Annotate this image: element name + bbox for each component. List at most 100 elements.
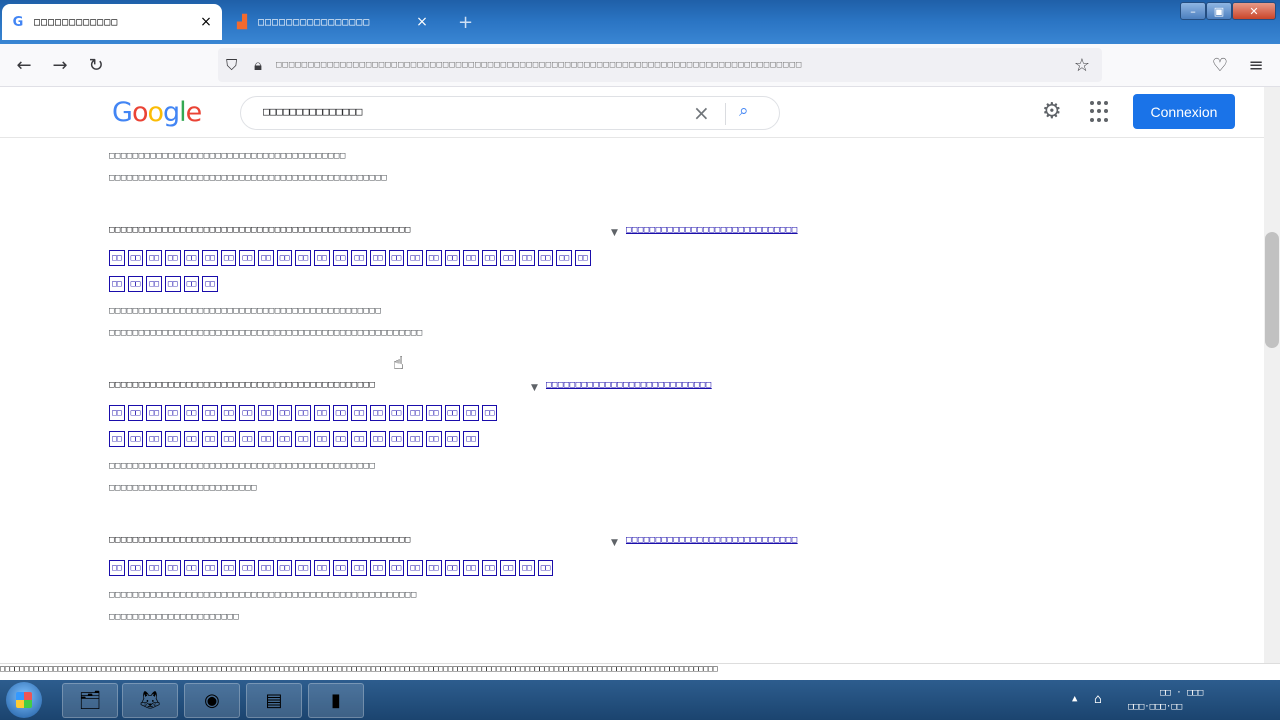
title-glyph-box[interactable]: □□ [164, 560, 181, 576]
title-glyph-box[interactable]: □□ [127, 250, 144, 266]
result-title[interactable]: □□ □□ □□ □□ □□ □□ □□ □□ □□ □□ □□ □□ □□ □□ □□ □□ □□ □□ □□ □□… [109, 560, 554, 576]
title-glyph-box[interactable]: □□ [407, 405, 423, 421]
title-glyph-box[interactable]: □□ [351, 560, 367, 576]
title-glyph-box[interactable]: □□ [109, 276, 125, 292]
title-glyph-box[interactable]: □□ [351, 431, 367, 447]
title-glyph-box[interactable]: □□ [388, 431, 405, 447]
title-glyph-box[interactable]: □□ [369, 405, 386, 421]
title-glyph-box[interactable]: □□ [276, 405, 293, 421]
title-glyph-box[interactable]: □□ [332, 560, 349, 576]
title-glyph-box[interactable]: □□ [183, 560, 200, 576]
bookmark-star-icon[interactable]: ☆ [1068, 52, 1096, 78]
result-url[interactable]: □□□□□□□□□□□□□□□□□□□□□□□□□□□□□□□□□□□□□□□□… [109, 225, 411, 235]
title-glyph-box[interactable]: □□ [388, 405, 405, 421]
result-url[interactable]: □□□□□□□□□□□□□□□□□□□□□□□□□□□□□□□□□□□□□□□□… [109, 535, 411, 545]
title-glyph-box[interactable]: □□ [425, 431, 442, 447]
scrollbar-thumb[interactable] [1265, 232, 1279, 348]
title-glyph-box[interactable]: □□ [500, 560, 517, 576]
title-glyph-box[interactable]: □□ [220, 560, 237, 576]
title-glyph-box[interactable]: □□ [220, 250, 237, 266]
title-glyph-box[interactable]: □□ [444, 431, 461, 447]
start-button[interactable] [6, 682, 42, 718]
title-glyph-box[interactable]: □□ [127, 431, 144, 447]
title-glyph-box[interactable]: □□ [220, 405, 237, 421]
scrollbar-track[interactable] [1264, 87, 1280, 663]
title-glyph-box[interactable]: □□ [295, 560, 312, 576]
document-icon[interactable]: ▤ [246, 683, 302, 718]
title-glyph-box[interactable]: □□ [109, 560, 125, 576]
title-glyph-box[interactable]: □□ [444, 560, 461, 576]
title-glyph-box[interactable]: □□ [575, 250, 591, 266]
chrome-icon[interactable]: ◉ [184, 683, 240, 718]
show-hidden-icons[interactable]: ▲ [1072, 694, 1077, 704]
clock-date[interactable]: □□□·□□□·□□ [1128, 702, 1182, 712]
result-translate-link[interactable]: □□□□□□□□□□□□□□□□□□□□□□□□□□□□ [546, 380, 712, 390]
folder-icon[interactable]: ▮ [308, 683, 364, 718]
title-glyph-box[interactable]: □□ [407, 431, 423, 447]
chevron-down-icon[interactable]: ▼ [531, 383, 538, 393]
title-glyph-box[interactable]: □□ [314, 431, 330, 447]
title-glyph-box[interactable]: □□ [500, 250, 517, 266]
title-glyph-box[interactable]: □□ [425, 250, 442, 266]
title-glyph-box[interactable]: □□ [369, 431, 386, 447]
title-glyph-box[interactable]: □□ [258, 405, 274, 421]
url-text[interactable]: □□□□□□□□□□□□□□□□□□□□□□□□□□□□□□□□□□□□□□□□… [276, 60, 1094, 70]
settings-gear-icon[interactable]: ⚙ [1042, 99, 1062, 124]
title-glyph-box[interactable]: □□ [351, 405, 367, 421]
title-glyph-box[interactable]: □□ [537, 560, 554, 576]
title-glyph-box[interactable]: □□ [276, 431, 293, 447]
title-glyph-box[interactable]: □□ [183, 250, 200, 266]
maximize-button[interactable]: ▣ [1206, 2, 1232, 20]
forward-button[interactable]: → [46, 52, 74, 78]
title-glyph-box[interactable]: □□ [556, 250, 573, 266]
title-glyph-box[interactable]: □□ [463, 405, 479, 421]
title-glyph-box[interactable]: □□ [332, 431, 349, 447]
title-glyph-box[interactable]: □□ [407, 250, 423, 266]
title-glyph-box[interactable]: □□ [481, 250, 498, 266]
title-glyph-box[interactable]: □□ [127, 405, 144, 421]
title-glyph-box[interactable]: □□ [314, 250, 330, 266]
shield-icon[interactable]: ⛉ [226, 56, 237, 74]
title-glyph-box[interactable]: □□ [127, 560, 144, 576]
title-glyph-box[interactable]: □□ [463, 560, 479, 576]
address-bar[interactable]: ⛉ 🔒︎ □□□□□□□□□□□□□□□□□□□□□□□□□□□□□□□□□□□… [218, 48, 1102, 82]
title-glyph-box[interactable]: □□ [202, 276, 218, 292]
title-glyph-box[interactable]: □□ [369, 560, 386, 576]
result-translate-link[interactable]: □□□□□□□□□□□□□□□□□□□□□□□□□□□□□ [626, 535, 798, 545]
title-glyph-box[interactable]: □□ [258, 431, 274, 447]
title-glyph-box[interactable]: □□ [164, 276, 181, 292]
title-glyph-box[interactable]: □□ [183, 276, 200, 292]
result-title[interactable]: □□ □□ □□ □□ □□ □□ □□ □□ □□ □□ □□ □□ □□ □□ □□ □□ □□ □□ □□ □□… [109, 405, 498, 421]
title-glyph-box[interactable]: □□ [183, 405, 200, 421]
result-url[interactable]: □□□□□□□□□□□□□□□□□□□□□□□□□□□□□□□□□□□□□□□□… [109, 380, 375, 390]
title-glyph-box[interactable]: □□ [239, 250, 256, 266]
title-glyph-box[interactable]: □□ [109, 250, 125, 266]
title-glyph-box[interactable]: □□ [388, 560, 405, 576]
tab-inactive[interactable]: ▟ □□□□□□□□□□□□□□□□ × [226, 4, 438, 40]
title-glyph-box[interactable]: □□ [202, 250, 218, 266]
title-glyph-box[interactable]: □□ [407, 560, 423, 576]
title-glyph-box[interactable]: □□ [127, 276, 144, 292]
title-glyph-box[interactable]: □□ [202, 431, 218, 447]
tab-active[interactable]: G □□□□□□□□□□□□ × [2, 4, 222, 40]
title-glyph-box[interactable]: □□ [276, 560, 293, 576]
title-glyph-box[interactable]: □□ [220, 431, 237, 447]
apps-grid-icon[interactable] [1090, 101, 1112, 123]
title-glyph-box[interactable]: □□ [276, 250, 293, 266]
menu-icon[interactable]: ≡ [1242, 52, 1270, 78]
title-glyph-box[interactable]: □□ [332, 250, 349, 266]
pocket-icon[interactable]: ♡ [1206, 52, 1234, 78]
title-glyph-box[interactable]: □□ [295, 405, 312, 421]
title-glyph-box[interactable]: □□ [351, 250, 367, 266]
chevron-down-icon[interactable]: ▼ [611, 228, 618, 238]
result-title[interactable]: □□ □□ □□ □□ □□ □□ [109, 276, 218, 292]
close-tab-icon[interactable]: × [414, 14, 430, 30]
title-glyph-box[interactable]: □□ [481, 560, 498, 576]
title-glyph-box[interactable]: □□ [239, 560, 256, 576]
title-glyph-box[interactable]: □□ [295, 431, 312, 447]
title-glyph-box[interactable]: □□ [463, 250, 479, 266]
search-icon[interactable]: ⌕ [739, 101, 749, 121]
title-glyph-box[interactable]: □□ [146, 560, 162, 576]
lock-icon[interactable]: 🔒︎ [254, 56, 262, 74]
title-glyph-box[interactable]: □□ [463, 431, 479, 447]
